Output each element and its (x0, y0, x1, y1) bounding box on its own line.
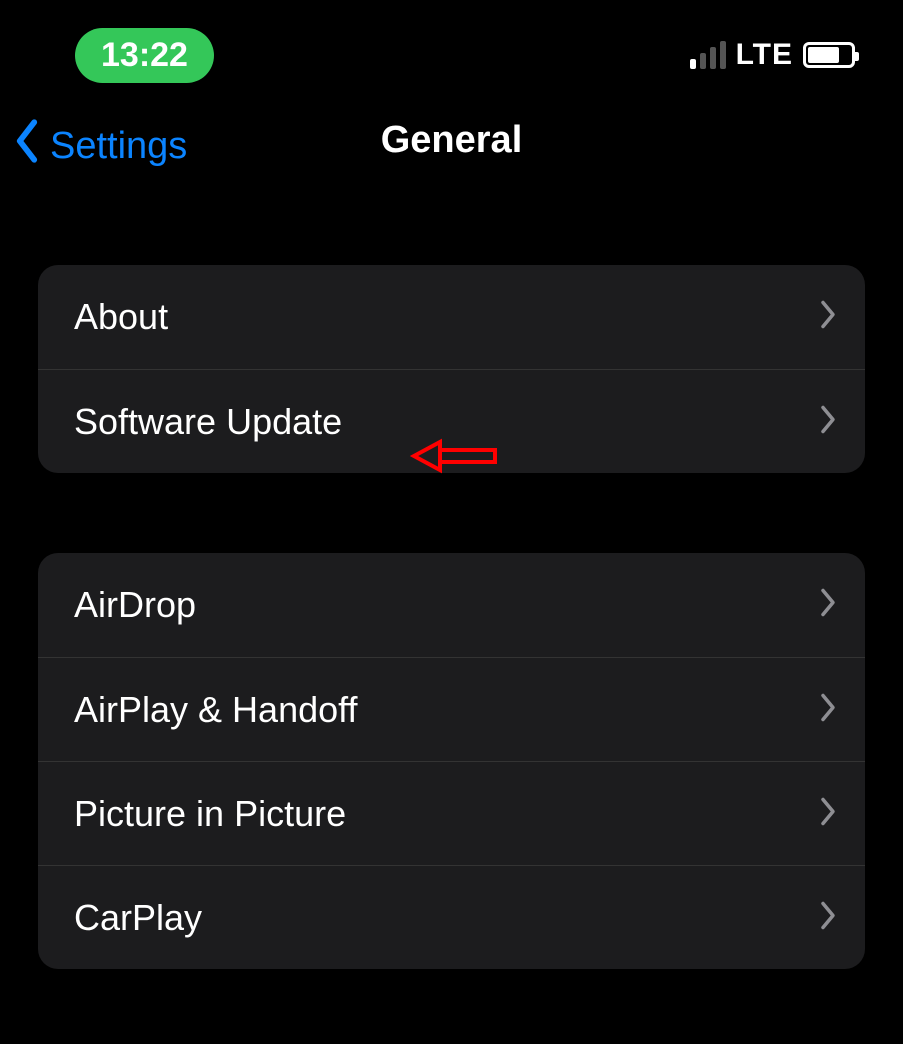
row-carplay[interactable]: CarPlay (38, 865, 865, 969)
row-label: AirPlay & Handoff (74, 689, 357, 731)
settings-group: AirDrop AirPlay & Handoff Picture in Pic… (38, 553, 865, 969)
row-label: AirDrop (74, 584, 196, 626)
row-picture-in-picture[interactable]: Picture in Picture (38, 761, 865, 865)
chevron-right-icon (819, 796, 837, 831)
chevron-right-icon (819, 404, 837, 439)
chevron-right-icon (819, 692, 837, 727)
network-label: LTE (736, 38, 793, 72)
row-label: Software Update (74, 401, 342, 443)
chevron-right-icon (819, 300, 837, 335)
cellular-signal-icon (690, 41, 726, 69)
battery-icon (803, 42, 855, 68)
chevron-right-icon (819, 588, 837, 623)
status-bar: 13:22 LTE (0, 0, 903, 95)
status-right: LTE (690, 38, 855, 72)
nav-bar: Settings General (0, 95, 903, 195)
row-software-update[interactable]: Software Update (38, 369, 865, 473)
status-time: 13:22 (101, 36, 188, 74)
row-about[interactable]: About (38, 265, 865, 369)
content: About Software Update AirDrop AirPlay & … (0, 265, 903, 969)
page-title: General (0, 119, 903, 162)
row-airplay-handoff[interactable]: AirPlay & Handoff (38, 657, 865, 761)
row-airdrop[interactable]: AirDrop (38, 553, 865, 657)
settings-group: About Software Update (38, 265, 865, 473)
row-label: Picture in Picture (74, 793, 346, 835)
row-label: CarPlay (74, 897, 202, 939)
row-label: About (74, 296, 168, 338)
chevron-right-icon (819, 900, 837, 935)
time-pill[interactable]: 13:22 (75, 28, 214, 83)
